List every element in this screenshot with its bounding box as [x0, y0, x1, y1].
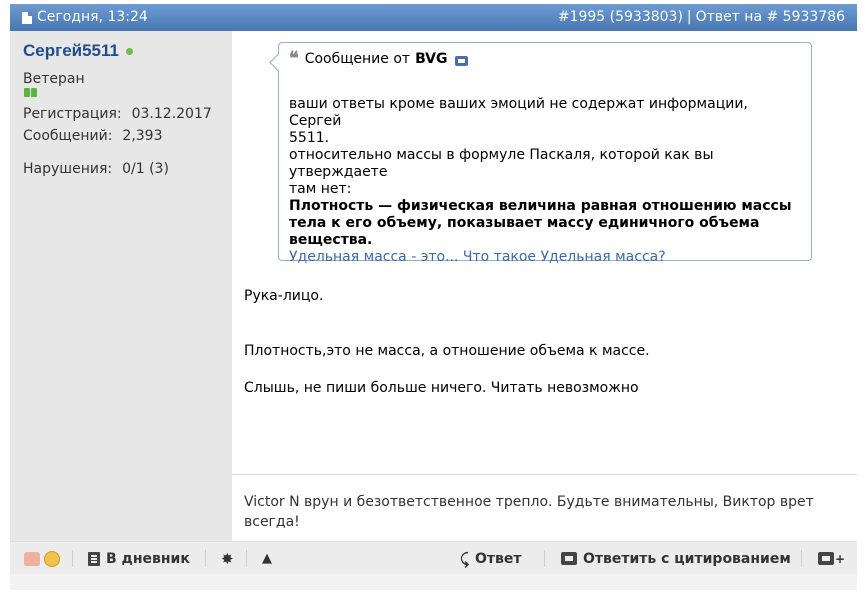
quote-bold-line: вещества.	[289, 232, 373, 248]
footer-divider	[205, 550, 206, 567]
message-line: Слышь, не пиши больше ничего. Читать нев…	[244, 380, 639, 396]
multiquote-button[interactable]: +	[818, 542, 845, 575]
multiquote-plus: +	[835, 551, 846, 566]
registration-value: 03.12.2017	[131, 106, 212, 122]
quote-line: 5511.	[289, 130, 330, 146]
star-icon: ✸	[221, 549, 234, 568]
online-status-icon	[125, 47, 133, 55]
post-bottom-strip	[10, 574, 857, 590]
registration-info: Регистрация: 03.12.2017	[23, 106, 212, 122]
quote-body: ваши ответы кроме ваших эмоций не содерж…	[289, 96, 799, 266]
star-button[interactable]: ✸	[221, 542, 234, 575]
quote-bold-line: Плотность — физическая величина равная о…	[289, 198, 792, 214]
quote-bold-line: тела к его объему, показывает массу един…	[289, 215, 760, 231]
violations-info: Нарушения: 0/1 (3)	[23, 161, 169, 177]
reply-button[interactable]: ⤹ Ответ	[460, 542, 522, 575]
post-number-link[interactable]: #1995 (5933803)	[558, 9, 683, 25]
username-link[interactable]: Сергей5511	[23, 41, 119, 61]
diary-label: В дневник	[106, 550, 190, 567]
quote-link[interactable]: Удельная масса - это... Что такое Удельн…	[289, 249, 666, 265]
signature-line: Victor N врун и безответственное трепло.…	[244, 494, 814, 510]
reply-with-quote-button[interactable]: Ответить с цитированием	[561, 542, 791, 575]
quote-bubble-icon	[561, 552, 577, 565]
reply-label: Ответ	[475, 550, 522, 567]
messages-info: Сообщений: 2,393	[23, 128, 163, 144]
quote-author: BVG	[415, 51, 448, 67]
thanks-button[interactable]	[24, 542, 66, 575]
post-meta: #1995 (5933803) | Ответ на # 5933786	[558, 4, 845, 31]
user-info-panel: Сергей5511 Ветеран Регистрация: 03.12.201…	[10, 31, 232, 541]
smiley-icon[interactable]	[44, 550, 60, 567]
warning-icon: ▲	[262, 551, 272, 566]
reputation-icon	[24, 88, 37, 97]
signature-divider	[232, 474, 857, 475]
reply-arrow-icon: ⤹	[460, 549, 470, 568]
username-row: Сергей5511	[23, 41, 133, 61]
registration-label: Регистрация:	[23, 106, 122, 122]
meta-separator: |	[686, 9, 692, 25]
footer-divider	[72, 550, 73, 567]
diary-icon	[88, 551, 100, 566]
multiquote-icon	[818, 552, 834, 565]
reply-with-quote-label: Ответить с цитированием	[583, 550, 791, 567]
footer-divider	[801, 550, 802, 567]
quote-line: относительно массы в формуле Паскаля, ко…	[289, 147, 714, 180]
thumb-up-icon	[24, 551, 40, 566]
footer-divider	[246, 550, 247, 567]
violations-label: Нарушения:	[23, 161, 113, 177]
post-header: Сегодня, 13:24 #1995 (5933803) | Ответ на …	[10, 4, 857, 31]
quote-line: там нет:	[289, 181, 352, 197]
reply-to-link[interactable]: Ответ на # 5933786	[696, 9, 845, 25]
quote-prefix: Сообщение от	[304, 51, 411, 67]
diary-button[interactable]: В дневник	[88, 542, 190, 575]
quote-marks-icon: ❝	[289, 48, 299, 69]
quote-line: ваши ответы кроме ваших эмоций не содерж…	[289, 96, 748, 129]
footer-divider	[544, 550, 545, 567]
post-date-text: Сегодня, 13:24	[37, 9, 148, 25]
signature-line: всегда!	[244, 514, 300, 530]
post-footer: В дневник ✸ ▲ ⤹ Ответ Ответить с цитиров…	[10, 541, 857, 574]
post-content: ❝ Сообщение от BVG ваши ответы кроме ваш…	[232, 31, 857, 541]
document-icon	[22, 11, 32, 24]
signature: Victor N врун и безответственное трепло.…	[244, 492, 814, 532]
view-post-icon[interactable]	[454, 56, 468, 66]
forum-post: Сегодня, 13:24 #1995 (5933803) | Ответ на …	[10, 4, 857, 590]
report-button[interactable]: ▲	[262, 542, 272, 575]
quote-header: ❝ Сообщение от BVG	[289, 48, 468, 69]
message-line: Рука-лицо.	[244, 288, 324, 304]
post-date: Сегодня, 13:24	[22, 4, 148, 31]
user-rank: Ветеран	[23, 71, 85, 87]
messages-label: Сообщений:	[23, 128, 113, 144]
violations-value: 0/1 (3)	[122, 161, 169, 177]
quote-box: ❝ Сообщение от BVG ваши ответы кроме ваш…	[278, 42, 812, 265]
message-line: Плотность,это не масса, а отношение объе…	[244, 343, 650, 359]
messages-value: 2,393	[122, 128, 163, 144]
